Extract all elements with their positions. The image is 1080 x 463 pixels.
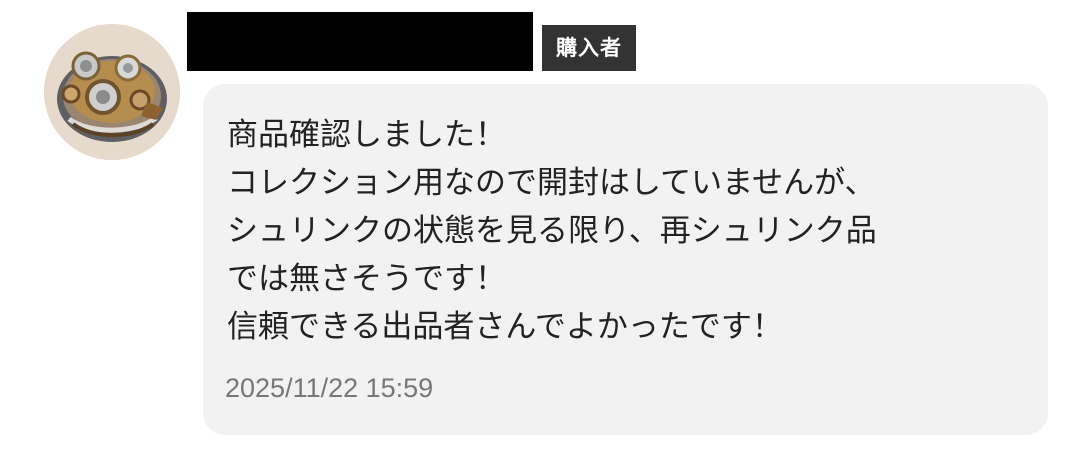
buyer-role-badge: 購入者: [542, 25, 636, 71]
message-line: 商品確認しました！: [227, 117, 506, 153]
message-line: 信頼できる出品者さんでよかったです！: [227, 309, 783, 345]
redacted-username: [187, 12, 533, 71]
message-bubble: 商品確認しました！ コレクション用なので開封はしていませんが、 シュリンクの状態…: [203, 84, 1048, 435]
message-line: では無さそうです！: [227, 261, 506, 297]
message-timestamp: 2025/11/22 15:59: [225, 373, 434, 403]
avatar[interactable]: [44, 24, 180, 160]
steampunk-gear-avatar-icon: [44, 24, 180, 160]
message-line: コレクション用なので開封はしていませんが、: [227, 165, 876, 201]
message-line: シュリンクの状態を見る限り、再シュリンク品: [227, 213, 877, 249]
message-text: 商品確認しました！ コレクション用なので開封はしていませんが、 シュリンクの状態…: [227, 111, 877, 351]
